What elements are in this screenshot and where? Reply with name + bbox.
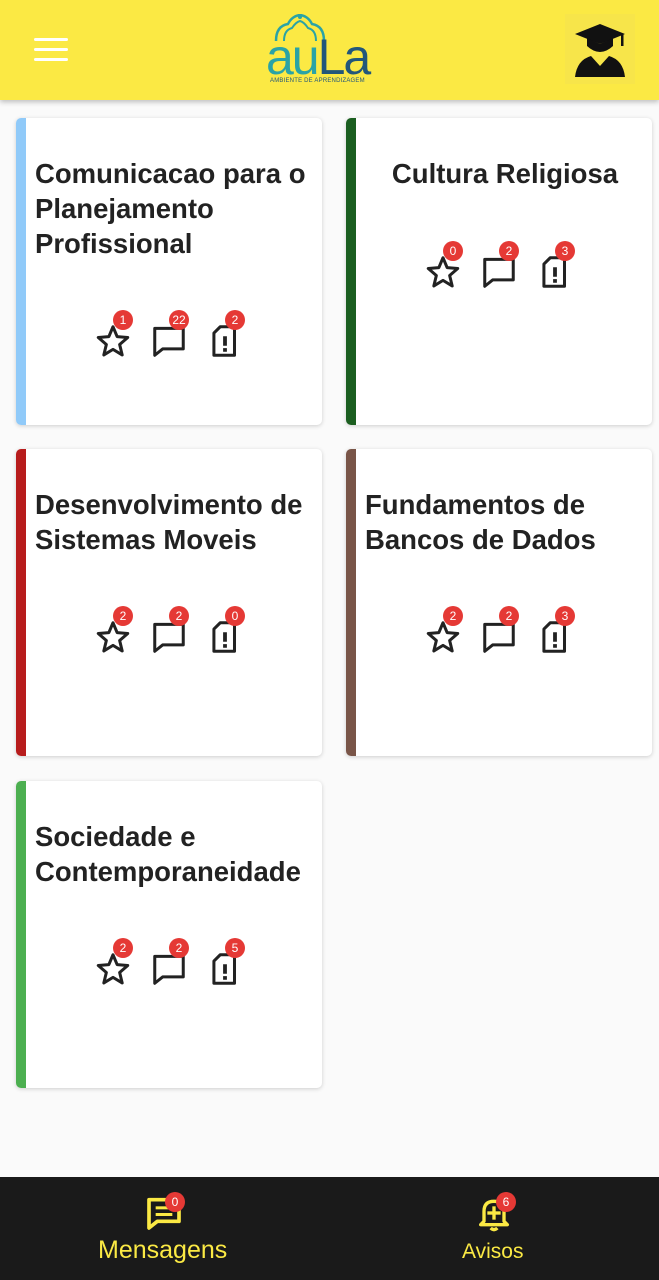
alerts-count-badge: 2 [225,310,245,330]
favorites-count-badge: 1 [113,310,133,330]
course-title: Fundamentos de Bancos de Dados [365,489,596,555]
menu-icon[interactable] [34,38,68,64]
course-card[interactable]: Comunicacao para o Planejamento Profissi… [16,118,322,425]
course-title: Sociedade e Contemporaneidade [35,821,301,887]
favorites-count-badge: 2 [443,606,463,626]
document-alert-icon[interactable]: 3 [536,606,575,656]
logo-subtitle: AMBIENTE DE APRENDIZAGEM [270,78,365,84]
notices-count-badge: 6 [496,1192,516,1212]
course-indicators: 2 2 5 [16,938,322,988]
course-title: Desenvolvimento de Sistemas Moveis [35,489,303,555]
course-indicators: 0 2 3 [346,241,652,291]
course-card[interactable]: Sociedade e Contemporaneidade 2 2 5 [16,781,322,1088]
course-color-stripe [16,781,26,1088]
messages-count-badge: 2 [499,606,519,626]
alerts-count-badge: 3 [555,241,575,261]
bottom-navigation: 0 Mensagens 6 Avisos [0,1177,659,1280]
student-avatar-icon[interactable] [565,14,635,84]
favorites-count-badge: 2 [113,606,133,626]
nav-notices[interactable]: 6 Avisos [430,1177,560,1280]
logo-au: au [266,29,320,85]
favorites-count-badge: 0 [443,241,463,261]
star-icon[interactable]: 0 [424,241,463,291]
messages-count-badge: 0 [165,1192,185,1212]
chat-icon[interactable]: 22 [150,310,189,360]
nav-messages-label: Mensagens [98,1236,228,1264]
course-color-stripe [16,449,26,756]
alerts-count-badge: 3 [555,606,575,626]
messages-count-badge: 2 [169,606,189,626]
messages-count-badge: 2 [169,938,189,958]
logo-la: La [317,29,372,85]
star-icon[interactable]: 2 [94,606,133,656]
favorites-count-badge: 2 [113,938,133,958]
document-alert-icon[interactable]: 0 [206,606,245,656]
course-card[interactable]: Fundamentos de Bancos de Dados 2 2 3 [346,449,652,756]
nav-messages[interactable]: 0 Mensagens [60,1177,270,1280]
star-icon[interactable]: 1 [94,310,133,360]
app-bar: auLa AMBIENTE DE APRENDIZAGEM [0,0,659,100]
document-alert-icon[interactable]: 2 [206,310,245,360]
star-icon[interactable]: 2 [424,606,463,656]
document-alert-icon[interactable]: 3 [536,241,575,291]
messages-count-badge: 2 [499,241,519,261]
messages-count-badge: 22 [169,310,189,330]
chat-icon[interactable]: 2 [480,241,519,291]
course-card[interactable]: Cultura Religiosa 0 2 3 [346,118,652,425]
course-card[interactable]: Desenvolvimento de Sistemas Moveis 2 2 0 [16,449,322,756]
course-indicators: 1 22 2 [16,310,322,360]
chat-icon[interactable]: 2 [150,606,189,656]
star-icon[interactable]: 2 [94,938,133,988]
chat-icon[interactable]: 2 [150,938,189,988]
nav-notices-label: Avisos [462,1240,524,1263]
alerts-count-badge: 5 [225,938,245,958]
chat-icon[interactable]: 2 [480,606,519,656]
course-title: Cultura Religiosa [391,158,619,189]
course-title: Comunicacao para o Planejamento Profissi… [35,158,306,259]
aula-logo: auLa AMBIENTE DE APRENDIZAGEM [264,14,380,88]
course-color-stripe [16,118,26,425]
alerts-count-badge: 0 [225,606,245,626]
course-indicators: 2 2 0 [16,606,322,656]
course-color-stripe [346,449,356,756]
document-alert-icon[interactable]: 5 [206,938,245,988]
course-indicators: 2 2 3 [346,606,652,656]
